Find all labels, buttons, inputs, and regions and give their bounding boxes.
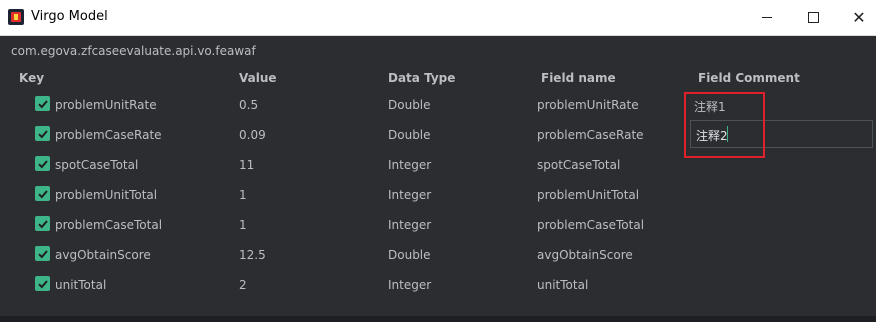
field-name-cell[interactable]: problemCaseTotal	[537, 218, 644, 232]
data-type-cell[interactable]: Integer	[388, 218, 431, 232]
checkmark-icon	[37, 189, 48, 198]
value-cell[interactable]: 0.5	[239, 98, 258, 112]
virgo-model-window: Virgo Model ✕ com.egova.zfcaseevaluate.a…	[0, 0, 876, 322]
key-cell[interactable]: problemUnitTotal	[55, 188, 157, 202]
row-checkbox[interactable]	[35, 216, 50, 231]
table-header: Key Value Data Type Field name Field Com…	[0, 66, 876, 90]
checkmark-icon	[37, 219, 48, 228]
close-button[interactable]: ✕	[836, 0, 876, 35]
maximize-button[interactable]	[790, 0, 836, 35]
value-cell[interactable]: 12.5	[239, 248, 266, 262]
row-checkbox[interactable]	[35, 186, 50, 201]
key-cell[interactable]: avgObtainScore	[55, 248, 151, 262]
close-icon: ✕	[852, 8, 866, 27]
checkmark-icon	[37, 129, 48, 138]
row-checkbox[interactable]	[35, 126, 50, 141]
checkmark-icon	[37, 279, 48, 288]
value-cell[interactable]: 1	[239, 218, 247, 232]
data-type-cell[interactable]: Double	[388, 248, 431, 262]
data-type-cell[interactable]: Double	[388, 128, 431, 142]
checkmark-icon	[37, 249, 48, 258]
title-bar[interactable]: Virgo Model ✕	[0, 0, 876, 36]
column-header-data-type[interactable]: Data Type	[388, 71, 455, 85]
checkmark-icon	[37, 99, 48, 108]
table-row[interactable]: problemCaseTotal 1 Integer problemCaseTotal	[0, 210, 876, 240]
row-checkbox[interactable]	[35, 96, 50, 111]
field-name-cell[interactable]: problemUnitTotal	[537, 188, 639, 202]
row-checkbox[interactable]	[35, 156, 50, 171]
field-name-cell[interactable]: spotCaseTotal	[537, 158, 620, 172]
field-name-cell[interactable]: problemCaseRate	[537, 128, 644, 142]
field-name-cell[interactable]: problemUnitRate	[537, 98, 639, 112]
annotation-highlight-box	[684, 92, 765, 158]
column-header-value[interactable]: Value	[239, 71, 277, 85]
key-cell[interactable]: unitTotal	[55, 278, 106, 292]
key-cell[interactable]: problemCaseRate	[55, 128, 162, 142]
data-type-cell[interactable]: Integer	[388, 188, 431, 202]
field-name-cell[interactable]: avgObtainScore	[537, 248, 633, 262]
field-name-cell[interactable]: unitTotal	[537, 278, 588, 292]
value-cell[interactable]: 1	[239, 188, 247, 202]
key-cell[interactable]: problemCaseTotal	[55, 218, 162, 232]
package-path: com.egova.zfcaseevaluate.api.vo.feawaf	[11, 44, 256, 58]
row-checkbox[interactable]	[35, 246, 50, 261]
column-header-field-comment[interactable]: Field Comment	[698, 71, 800, 85]
data-type-cell[interactable]: Integer	[388, 158, 431, 172]
minimize-icon	[762, 17, 772, 18]
row-checkbox[interactable]	[35, 276, 50, 291]
key-cell[interactable]: spotCaseTotal	[55, 158, 138, 172]
minimize-button[interactable]	[744, 0, 790, 35]
window-title: Virgo Model	[31, 9, 108, 24]
maximize-icon	[807, 12, 819, 23]
column-header-field-name[interactable]: Field name	[541, 71, 616, 85]
data-type-cell[interactable]: Double	[388, 98, 431, 112]
table-row[interactable]: problemUnitTotal 1 Integer problemUnitTotal	[0, 180, 876, 210]
value-cell[interactable]: 2	[239, 278, 247, 292]
key-cell[interactable]: problemUnitRate	[55, 98, 157, 112]
table-row[interactable]: unitTotal 2 Integer unitTotal	[0, 270, 876, 300]
data-type-cell[interactable]: Integer	[388, 278, 431, 292]
table-row[interactable]: avgObtainScore 12.5 Double avgObtainScore	[0, 240, 876, 270]
app-logo-icon	[8, 9, 24, 25]
checkmark-icon	[37, 159, 48, 168]
value-cell[interactable]: 11	[239, 158, 254, 172]
value-cell[interactable]: 0.09	[239, 128, 266, 142]
bottom-edge	[0, 316, 876, 322]
column-header-key[interactable]: Key	[19, 71, 44, 85]
